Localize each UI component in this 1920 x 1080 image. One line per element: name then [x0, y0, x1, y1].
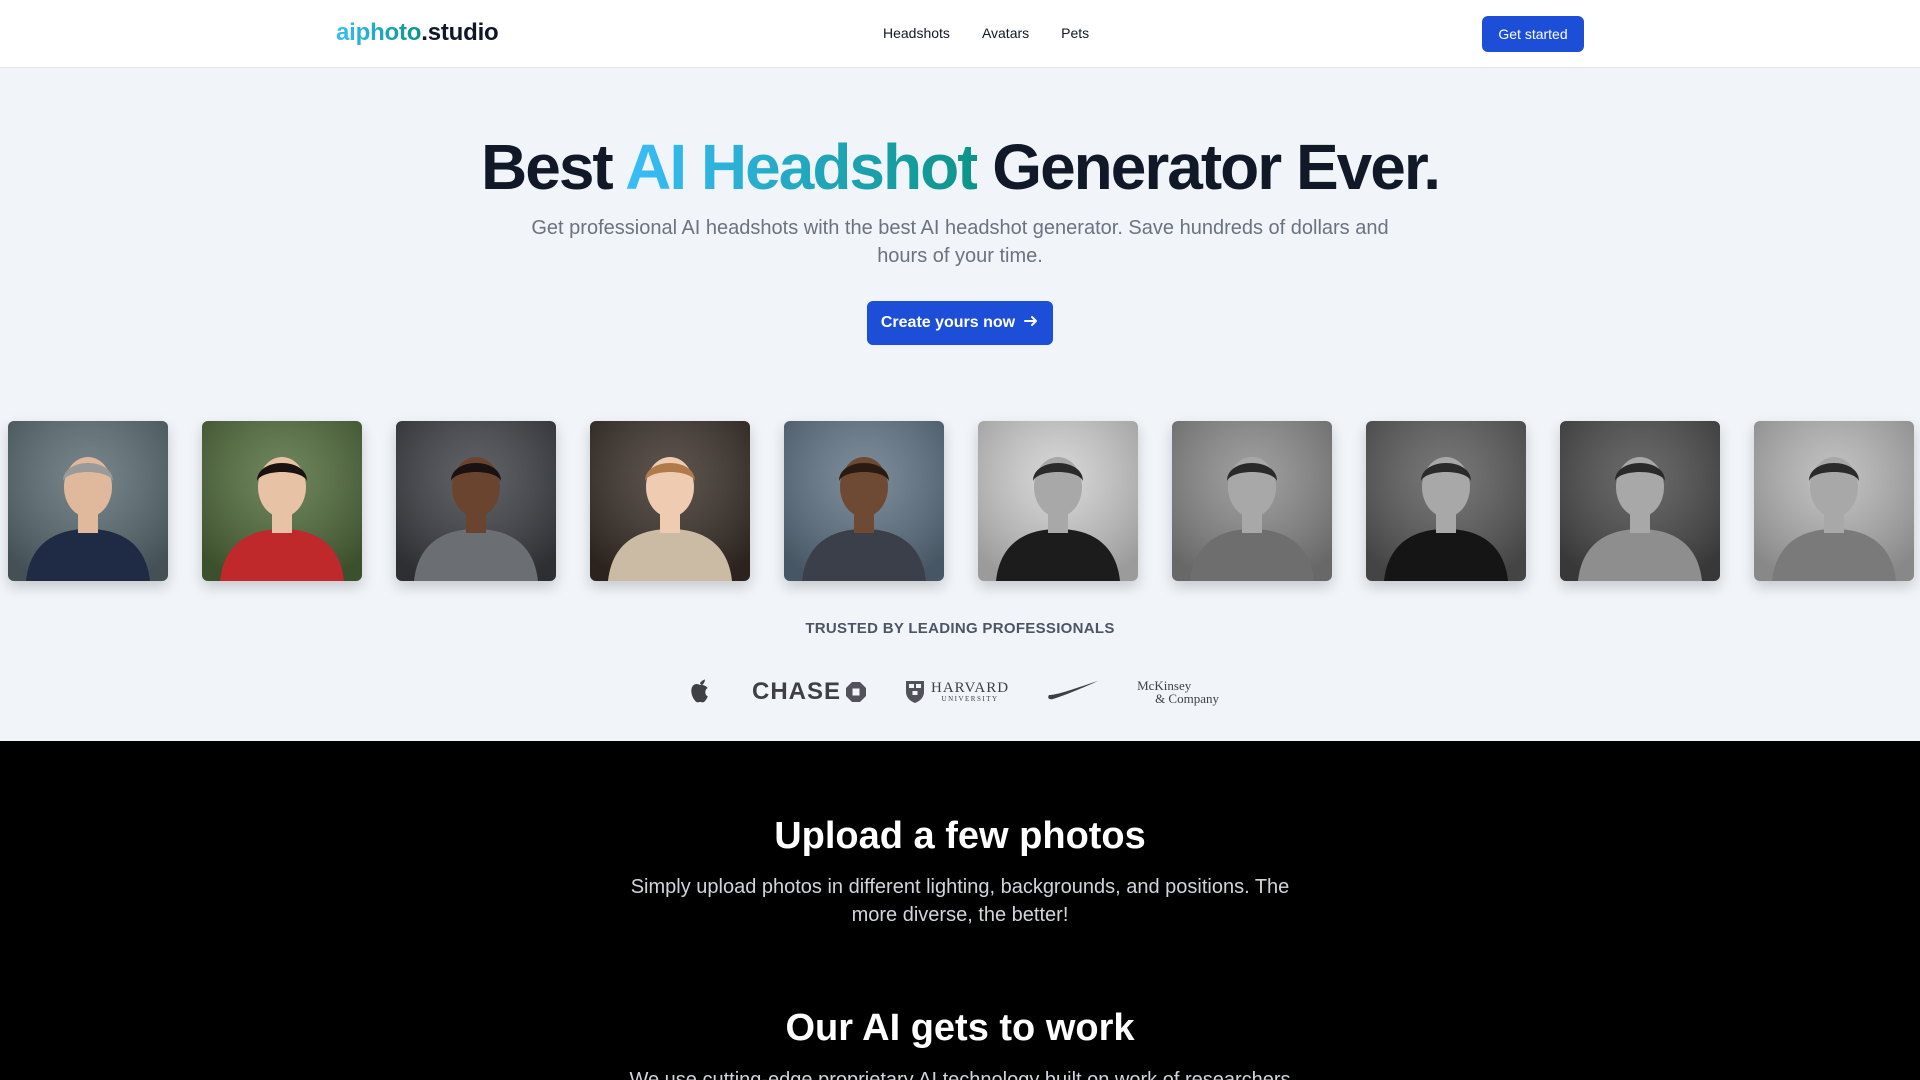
nav-links: Headshots Avatars Pets [883, 25, 1089, 41]
feature-1-title: Upload a few photos [774, 815, 1146, 857]
arrow-right-icon [1023, 313, 1039, 334]
nav-link-avatars[interactable]: Avatars [982, 25, 1029, 41]
headshot-photo [1754, 421, 1914, 581]
mckinsey-line2: & Company [1155, 691, 1219, 706]
create-yours-label: Create yours now [880, 314, 1016, 331]
headshot-photo [1560, 421, 1720, 581]
nav-link-pets[interactable]: Pets [1061, 25, 1089, 41]
harvard-university-text: UNIVERSITY [941, 695, 999, 703]
top-nav: aiphoto.studio Headshots Avatars Pets Ge… [0, 0, 1920, 68]
mckinsey-logo: McKinsey & Company [1137, 679, 1219, 705]
hero-title-highlight: AI Headshot [625, 131, 978, 203]
chase-logo: CHASE [752, 678, 867, 706]
features-section: Upload a few photos Simply upload photos… [0, 741, 1920, 1080]
chase-text: CHASE [752, 678, 842, 705]
hero-subtitle: Get professional AI headshots with the b… [531, 217, 1389, 267]
hero-title-prefix: Best [481, 131, 626, 203]
headshot-gallery [8, 421, 1914, 581]
chase-octagon-icon [846, 682, 867, 702]
site-logo[interactable]: aiphoto.studio [336, 19, 499, 47]
nav-link-headshots[interactable]: Headshots [883, 25, 950, 41]
logo-part-ai: aiphoto [336, 19, 422, 46]
harvard-logo: HARVARD UNIVERSITY [905, 680, 1009, 704]
create-yours-button[interactable]: Create yours now [867, 301, 1053, 345]
headshot-photo [590, 421, 750, 581]
trusted-heading: TRUSTED BY LEADING PROFESSIONALS [805, 620, 1115, 637]
feature-2-text: We use cutting-edge proprietary AI techn… [629, 1069, 1291, 1080]
headshot-photo [8, 421, 168, 581]
feature-1-text: Simply upload photos in different lighti… [630, 876, 1290, 926]
apple-logo-icon [686, 674, 714, 711]
headshot-photo [202, 421, 362, 581]
nike-logo-icon [1047, 679, 1099, 706]
harvard-shield-icon [906, 681, 925, 703]
logo-part-studio: .studio [421, 19, 499, 46]
headshot-photo [784, 421, 944, 581]
get-started-button[interactable]: Get started [1482, 16, 1584, 52]
harvard-text: HARVARD [931, 680, 1010, 696]
feature-2-title: Our AI gets to work [785, 1007, 1135, 1049]
hero-title: Best AI Headshot Generator Ever. [0, 130, 1920, 204]
headshot-photo [396, 421, 556, 581]
headshot-photo [1366, 421, 1526, 581]
headshot-photo [1172, 421, 1332, 581]
trusted-logos: CHASE HARVARD UNIVERSITY McKinsey & Comp… [686, 672, 1219, 712]
hero-title-suffix: Generator Ever. [976, 131, 1441, 203]
headshot-photo [978, 421, 1138, 581]
